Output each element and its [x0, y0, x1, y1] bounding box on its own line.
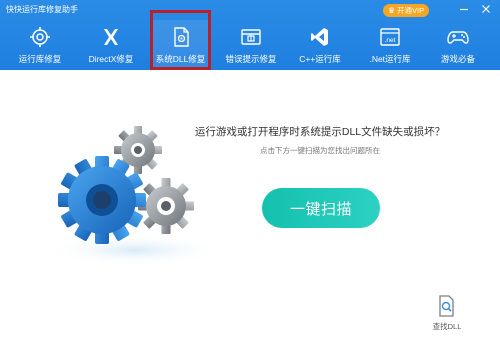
minimize-icon[interactable] — [458, 3, 470, 15]
headline: 运行游戏或打开程序时系统提示DLL文件缺失或损坏？ — [194, 126, 446, 138]
nav-label: DirectX修复 — [88, 54, 134, 64]
dll-file-icon — [173, 27, 189, 47]
vip-label: 开通VIP — [397, 6, 425, 15]
nav-item-system-dll-repair[interactable]: 系统DLL修复 — [150, 20, 211, 70]
find-dll-button[interactable]: 查找DLL — [425, 295, 469, 340]
titlebar: 快快运行库修复助手 ♛ 开通VIP — [0, 0, 500, 20]
nav-item-directx-repair[interactable]: DirectX修复 — [78, 20, 144, 70]
nav-label: C++运行库 — [299, 54, 341, 64]
nav-item-cpp-runtime[interactable]: C++运行库 — [290, 20, 350, 70]
error-window-icon — [241, 29, 261, 45]
nav-label: 错误提示修复 — [225, 54, 277, 64]
nav-bar: 运行库修复 DirectX修复 系统DLL修复 错误提示修复 C++运行库 .n… — [0, 20, 500, 70]
directx-x-icon — [104, 29, 118, 45]
app-title: 快快运行库修复助手 — [6, 5, 78, 14]
gamepad-icon — [447, 31, 469, 44]
vip-button[interactable]: ♛ 开通VIP — [383, 4, 429, 17]
nav-item-error-prompt-repair[interactable]: 错误提示修复 — [218, 20, 284, 70]
subline: 点击下方一键扫描为您找出问题所在 — [260, 146, 380, 155]
header: 快快运行库修复助手 ♛ 开通VIP 运行库修复 DirectX修复 系统DLL修… — [0, 0, 500, 70]
nav-label: .Net运行库 — [369, 54, 411, 64]
nav-item-runtime-repair[interactable]: 运行库修复 — [8, 20, 72, 70]
net-framework-icon: .net — [380, 28, 400, 46]
app-window: 快快运行库修复助手 ♛ 开通VIP 运行库修复 DirectX修复 系统DLL修… — [0, 0, 500, 353]
close-icon[interactable] — [480, 3, 492, 15]
nav-item-game-essentials[interactable]: 游戏必备 — [428, 20, 488, 70]
find-dll-label: 查找DLL — [432, 322, 462, 331]
nav-label: 运行库修复 — [18, 54, 62, 64]
visual-studio-icon — [311, 28, 328, 46]
nav-label: 游戏必备 — [440, 54, 475, 64]
svg-text:.net: .net — [385, 37, 396, 44]
target-icon — [30, 27, 50, 47]
main-content: 运行游戏或打开程序时系统提示DLL文件缺失或损坏？ 点击下方一键扫描为您找出问题… — [0, 70, 500, 353]
blue-gear-icon — [58, 156, 146, 244]
gray-gear-right-icon — [138, 178, 194, 234]
nav-label: 系统DLL修复 — [155, 54, 206, 64]
scan-button[interactable]: 一键扫描 — [262, 188, 380, 228]
search-file-icon — [439, 295, 454, 317]
crown-icon: ♛ — [387, 6, 396, 15]
nav-item-net-runtime[interactable]: .net .Net运行库 — [360, 20, 420, 70]
